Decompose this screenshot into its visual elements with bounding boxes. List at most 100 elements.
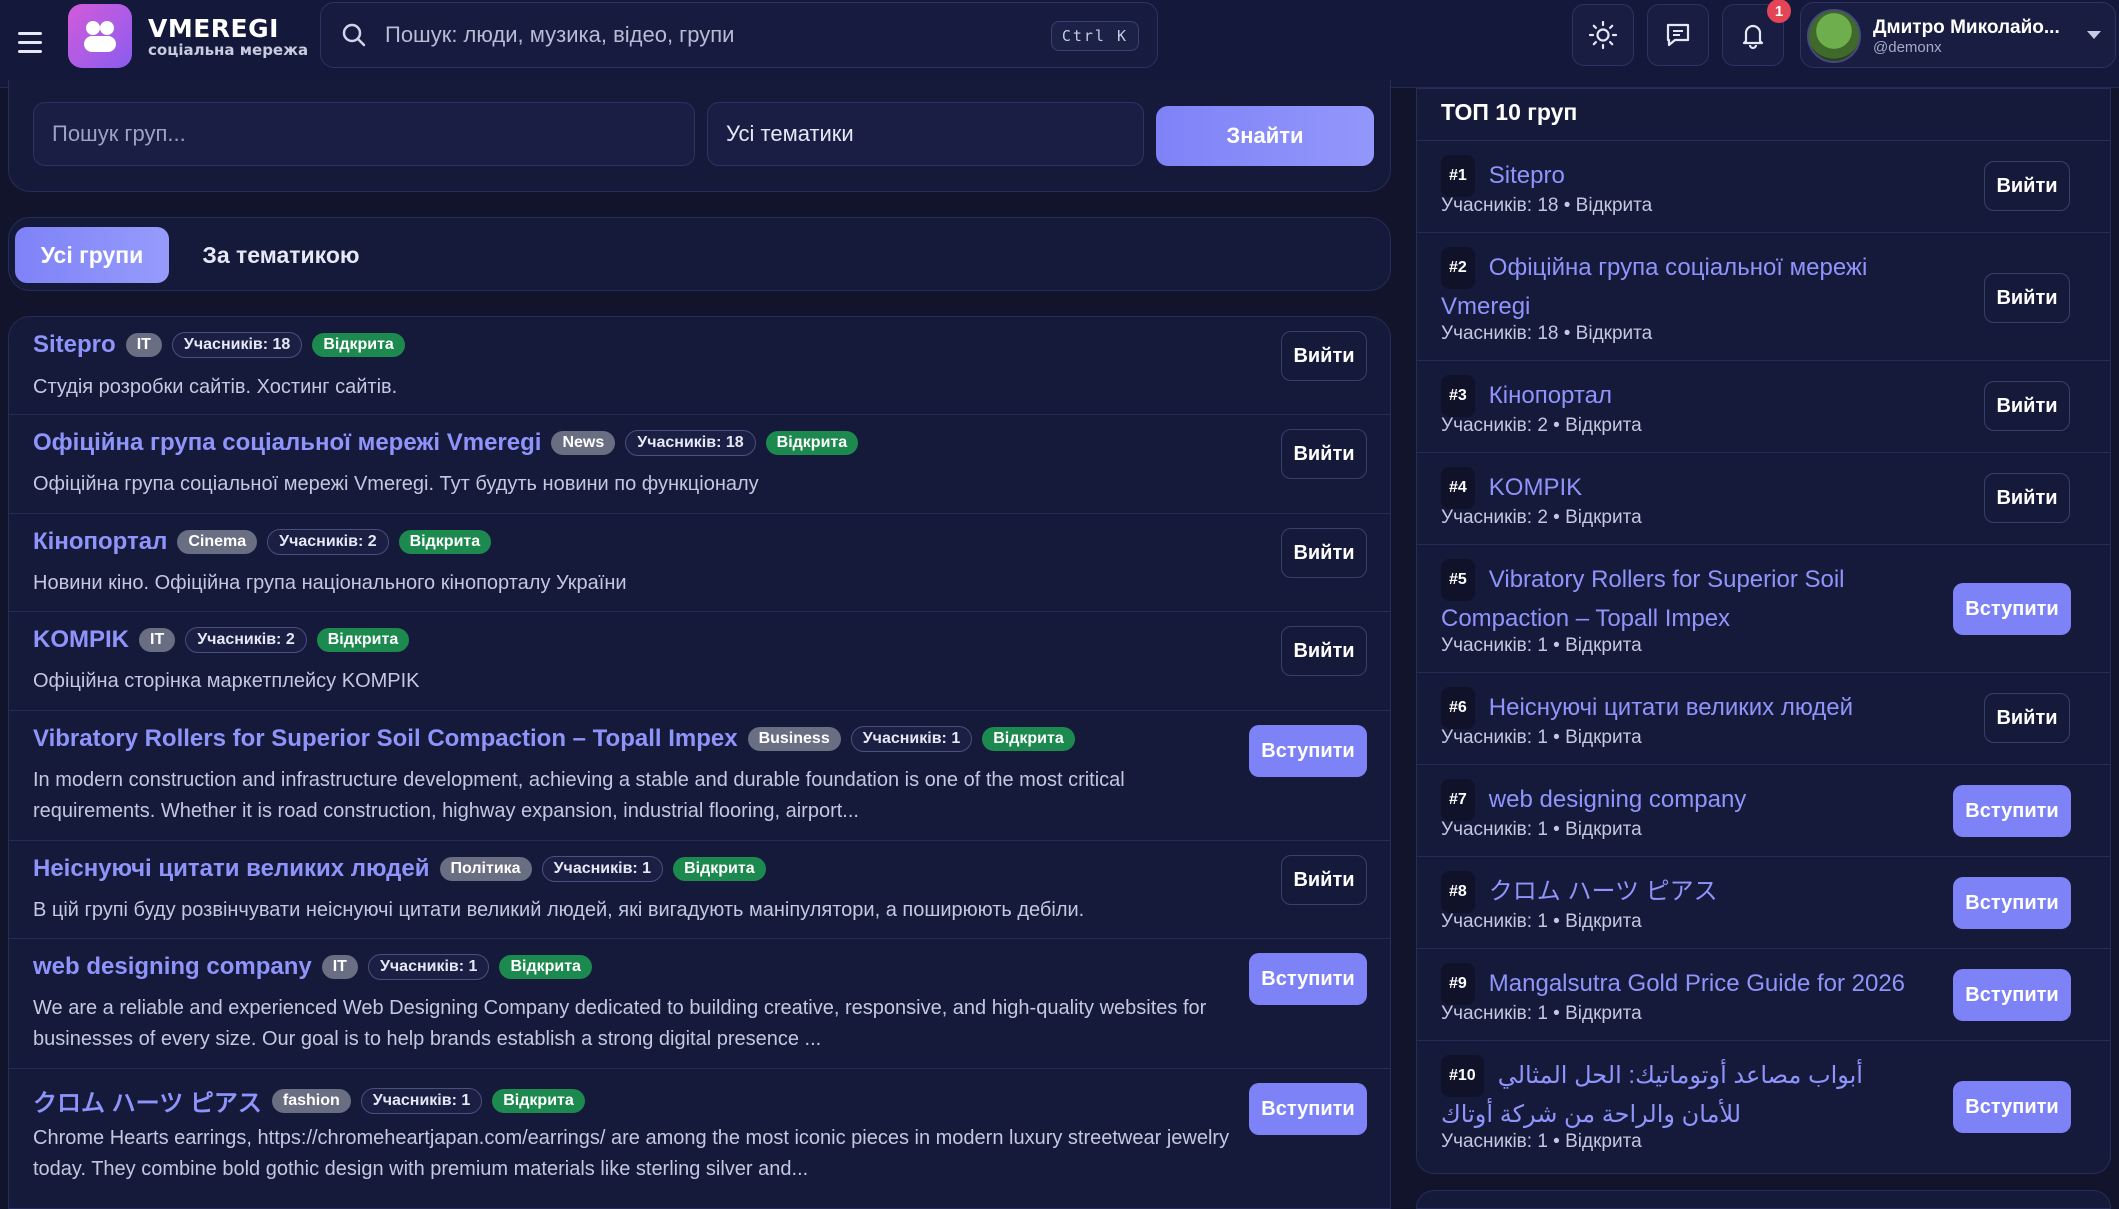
status-badge: Відкрита: [499, 955, 592, 979]
status-badge: Відкрита: [765, 431, 859, 455]
logo-icon[interactable]: [68, 4, 132, 68]
list-item: Неіснуючі цитати великих людей Політика …: [9, 841, 1390, 939]
avatar: [1807, 9, 1861, 63]
top-group-meta: Учасників: 1 • Відкрита: [1441, 727, 1642, 748]
group-description: We are a reliable and experienced Web De…: [33, 997, 1207, 1050]
group-name-link[interactable]: web designing company: [33, 953, 312, 981]
notifications-button[interactable]: 1: [1722, 0, 1791, 66]
join-button[interactable]: Вступити: [1953, 583, 2071, 635]
category-badge: News: [551, 431, 616, 455]
hamburger-menu-icon[interactable]: [10, 22, 50, 62]
top-groups-title: ТОП 10 груп: [1417, 89, 2110, 141]
list-item: Кінопортал Cinema Учасників: 2 Відкрита …: [9, 514, 1390, 612]
group-name-link[interactable]: Vibratory Rollers for Superior Soil Comp…: [33, 725, 738, 753]
group-description: Офіційна група соціальної мережі Vmeregi…: [33, 473, 759, 495]
rank-badge: #2: [1441, 247, 1475, 289]
leave-button[interactable]: Вийти: [1984, 273, 2070, 323]
messages-button[interactable]: [1647, 4, 1709, 66]
top-group-meta: Учасників: 1 • Відкрита: [1441, 1003, 1642, 1024]
top-group-meta: Учасників: 18 • Відкрита: [1441, 195, 1653, 216]
top-group-name-link[interactable]: Vibratory Rollers for Superior Soil Comp…: [1441, 566, 1845, 632]
top-list-item: #1 Sitepro Учасників: 18 • Відкрита Вийти: [1417, 141, 2110, 233]
leave-button[interactable]: Вийти: [1984, 693, 2070, 743]
search-placeholder: Пошук: люди, музика, відео, групи: [385, 22, 735, 47]
theme-toggle-button[interactable]: [1572, 4, 1634, 66]
chevron-down-icon: [2087, 31, 2101, 39]
top-list-item: #3 Кінопортал Учасників: 2 • Відкрита Вий…: [1417, 361, 2110, 453]
leave-button[interactable]: Вийти: [1984, 381, 2070, 431]
group-search-input[interactable]: Пошук груп...: [33, 102, 695, 166]
group-description: Chrome Hearts earrings, https://chromehe…: [33, 1127, 1230, 1180]
bell-icon: [1742, 24, 1764, 50]
group-name-link[interactable]: Неіснуючі цитати великих людей: [33, 855, 430, 883]
group-filter-card: Пошук груп... Усі тематики Знайти: [8, 80, 1391, 192]
top-group-name-link[interactable]: web designing company: [1489, 786, 1747, 813]
top-group-name-link[interactable]: Неіснуючі цитати великих людей: [1489, 694, 1853, 721]
list-item: Офіційна група соціальної мережі Vmeregi…: [9, 415, 1390, 514]
global-search-input[interactable]: Пошук: люди, музика, відео, групи Ctrl K: [320, 2, 1158, 68]
group-description: Офіційна сторінка маркетплейсу KOMPIK: [33, 670, 420, 692]
top-group-meta: Учасників: 1 • Відкрита: [1441, 819, 1642, 840]
leave-button[interactable]: Вийти: [1281, 528, 1367, 578]
group-name-link[interactable]: Офіційна група соціальної мережі Vmeregi: [33, 429, 541, 457]
group-description: Новини кіно. Офіційна група національног…: [33, 572, 627, 594]
group-name-link[interactable]: KOMPIK: [33, 626, 129, 654]
top-group-name-link[interactable]: Sitepro: [1489, 162, 1565, 189]
top-group-name-link[interactable]: クロム ハーツ ピアス: [1489, 878, 1718, 905]
rank-badge: #6: [1441, 687, 1475, 729]
top-list-item: #8 クロム ハーツ ピアス Учасників: 1 • Відкрита Вс…: [1417, 857, 2110, 949]
top-group-name-link[interactable]: Кінопортал: [1489, 382, 1612, 409]
brand[interactable]: VMEREGI соціальна мережа: [148, 14, 308, 59]
category-badge: Business: [747, 727, 841, 751]
top-list-item: #5 Vibratory Rollers for Superior Soil Co…: [1417, 545, 2110, 673]
find-button[interactable]: Знайти: [1156, 106, 1374, 166]
members-badge: Учасників: 1: [541, 856, 664, 882]
top-list-item: #10 أبواب مصاعد أوتوماتيك: الحل المثالي ل…: [1417, 1041, 2110, 1173]
list-item: クロム ハーツ ピアス fashion Учасників: 1 Відкрит…: [9, 1069, 1390, 1208]
topic-select[interactable]: Усі тематики: [707, 102, 1144, 166]
top-group-name-link[interactable]: KOMPIK: [1489, 474, 1582, 501]
leave-button[interactable]: Вийти: [1281, 331, 1367, 381]
leave-button[interactable]: Вийти: [1984, 473, 2070, 523]
brand-tagline: соціальна мережа: [148, 41, 309, 59]
group-description: Студія розробки сайтів. Хостинг сайтів.: [33, 376, 398, 398]
user-menu[interactable]: Дмитро Миколайо... @demonx: [1800, 2, 2116, 68]
status-badge: Відкрита: [398, 530, 492, 554]
top-list-item: #7 web designing company Учасників: 1 • В…: [1417, 765, 2110, 857]
list-item: Sitepro IT Учасників: 18 Відкрита Студія…: [9, 317, 1390, 415]
leave-button[interactable]: Вийти: [1281, 429, 1367, 479]
join-button[interactable]: Вступити: [1953, 1081, 2071, 1133]
top-group-name-link[interactable]: Офіційна група соціальної мережі Vmeregi: [1441, 254, 1867, 320]
join-button[interactable]: Вступити: [1249, 1083, 1367, 1135]
category-badge: IT: [139, 628, 176, 652]
top-group-name-link[interactable]: Mangalsutra Gold Price Guide for 2026: [1489, 970, 1905, 997]
group-name-link[interactable]: Sitepro: [33, 331, 116, 359]
group-description: В цій групі буду розвінчувати неіснуючі …: [33, 899, 1085, 921]
join-button[interactable]: Вступити: [1953, 785, 2071, 837]
join-button[interactable]: Вступити: [1953, 969, 2071, 1021]
category-badge: IT: [125, 333, 162, 357]
top-list-item: #9 Mangalsutra Gold Price Guide for 2026 …: [1417, 949, 2110, 1041]
top-groups-card: ТОП 10 груп #1 Sitepro Учасників: 18 • Ві…: [1416, 88, 2111, 1174]
search-shortcut: Ctrl K: [1050, 21, 1139, 51]
top-group-name-link[interactable]: أبواب مصاعد أوتوماتيك: الحل المثالي للأم…: [1441, 1062, 1863, 1128]
category-badge: Cinema: [177, 530, 258, 554]
top-group-meta: Учасників: 1 • Відкрита: [1441, 635, 1642, 656]
leave-button[interactable]: Вийти: [1984, 161, 2070, 211]
leave-button[interactable]: Вийти: [1281, 626, 1367, 676]
category-badge: IT: [321, 955, 358, 979]
group-name-link[interactable]: Кінопортал: [33, 528, 167, 556]
group-name-link[interactable]: クロム ハーツ ピアス: [33, 1083, 262, 1118]
status-badge: Відкрита: [982, 727, 1075, 751]
tab-all-groups[interactable]: Усі групи: [15, 227, 169, 283]
leave-button[interactable]: Вийти: [1281, 855, 1367, 905]
top-bar: VMEREGI соціальна мережа Пошук: люди, му…: [0, 0, 2119, 88]
rank-badge: #10: [1441, 1055, 1484, 1097]
join-button[interactable]: Вступити: [1953, 877, 2071, 929]
tab-by-topic[interactable]: За тематикою: [191, 227, 371, 283]
join-button[interactable]: Вступити: [1249, 953, 1367, 1005]
top-group-meta: Учасників: 1 • Відкрита: [1441, 911, 1642, 932]
join-button[interactable]: Вступити: [1249, 725, 1367, 777]
user-handle: @demonx: [1873, 39, 1942, 56]
members-badge: Учасників: 1: [360, 1087, 483, 1114]
